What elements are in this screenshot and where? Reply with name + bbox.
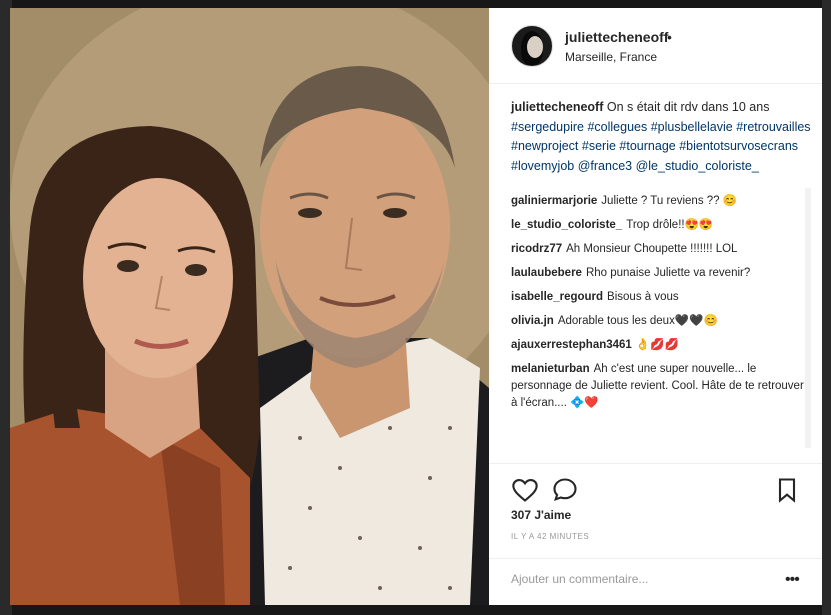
comment-item: ajauxerrestephan3461 👌💋💋 — [511, 337, 811, 354]
caption-username[interactable]: juliettecheneoff — [511, 100, 603, 114]
comment-item: olivia.jn Adorable tous les deux🖤🖤😊 — [511, 313, 811, 330]
hashtag-link[interactable]: #serie — [582, 139, 616, 153]
username-link[interactable]: juliettecheneoff — [565, 29, 668, 45]
avatar-face — [527, 36, 543, 58]
more-options-icon[interactable]: ••• — [785, 571, 800, 589]
location-link[interactable]: Marseille, France — [565, 50, 657, 64]
hashtag-link[interactable]: #newproject — [511, 139, 578, 153]
comment-text: 👌💋💋 — [635, 339, 679, 351]
hashtag-link[interactable]: #collegues — [587, 120, 647, 134]
add-comment-section: ••• — [489, 558, 822, 605]
comment-bubble-icon[interactable] — [551, 476, 579, 504]
caption-text: On s était dit rdv dans 10 ans — [606, 100, 770, 114]
separator-dot: • — [667, 29, 672, 45]
comment-username[interactable]: ajauxerrestephan3461 — [511, 339, 632, 351]
comment-username[interactable]: isabelle_regourd — [511, 291, 603, 303]
caption-hashtags: #sergedupire #collegues #plusbellelavie … — [511, 120, 811, 173]
heart-icon[interactable] — [511, 476, 539, 504]
comment-item: galiniermarjorie Juliette ? Tu reviens ??… — [511, 193, 811, 210]
post-details-panel: juliettecheneoff • Marseille, France jul… — [489, 8, 822, 605]
comment-item: isabelle_regourd Bisous à vous — [511, 289, 811, 306]
comment-item: ricodrz77 Ah Monsieur Choupette !!!!!!! L… — [511, 241, 811, 258]
comment-item: melanieturban Ah c'est une super nouvelle… — [511, 361, 811, 412]
post-header: juliettecheneoff • Marseille, France — [489, 8, 822, 84]
comment-username[interactable]: ricodrz77 — [511, 243, 562, 255]
comment-item: le_studio_coloriste_ Trop drôle!!😍😍 — [511, 217, 811, 234]
comment-text: Adorable tous les deux🖤🖤😊 — [557, 315, 718, 327]
likes-count[interactable]: 307 J'aime — [511, 508, 571, 522]
hashtag-link[interactable]: @le_studio_coloriste_ — [636, 159, 759, 173]
comment-username[interactable]: laulaubebere — [511, 267, 582, 279]
hashtag-link[interactable]: #sergedupire — [511, 120, 584, 134]
background-feed-right — [822, 0, 831, 615]
hashtag-link[interactable]: @france3 — [578, 159, 632, 173]
hashtag-link[interactable]: #lovemyjob — [511, 159, 574, 173]
comment-username[interactable]: melanieturban — [511, 363, 590, 375]
post-timestamp: IL Y A 42 MINUTES — [511, 532, 590, 541]
action-bar — [489, 463, 822, 513]
comment-text: Trop drôle!!😍😍 — [626, 219, 714, 231]
hashtag-link[interactable]: #retrouvailles — [736, 120, 810, 134]
comment-text: Ah Monsieur Choupette !!!!!!! LOL — [566, 243, 738, 255]
comments-scrollbar[interactable] — [805, 188, 811, 448]
hashtag-link[interactable]: #bientotsurvosecrans — [679, 139, 798, 153]
comment-username[interactable]: galiniermarjorie — [511, 195, 597, 207]
hashtag-link[interactable]: #plusbellelavie — [651, 120, 733, 134]
comment-input[interactable] — [511, 572, 761, 586]
comment-text: Juliette ? Tu reviens ?? 😊 — [601, 195, 738, 207]
post-caption: juliettecheneoff On s était dit rdv dans… — [511, 98, 811, 176]
comment-username[interactable]: le_studio_coloriste_ — [511, 219, 622, 231]
avatar[interactable] — [511, 25, 553, 67]
comment-item: laulaubebere Rho punaise Juliette va reve… — [511, 265, 811, 282]
hashtag-link[interactable]: #tournage — [619, 139, 675, 153]
comment-text: Rho punaise Juliette va revenir? — [585, 267, 751, 279]
comments-list: galiniermarjorie Juliette ? Tu reviens ??… — [511, 193, 811, 438]
comment-username[interactable]: olivia.jn — [511, 315, 554, 327]
post-photo — [10, 8, 489, 605]
comment-text: Bisous à vous — [607, 291, 679, 303]
bookmark-icon[interactable] — [773, 476, 801, 504]
photo-illustration — [10, 8, 489, 605]
